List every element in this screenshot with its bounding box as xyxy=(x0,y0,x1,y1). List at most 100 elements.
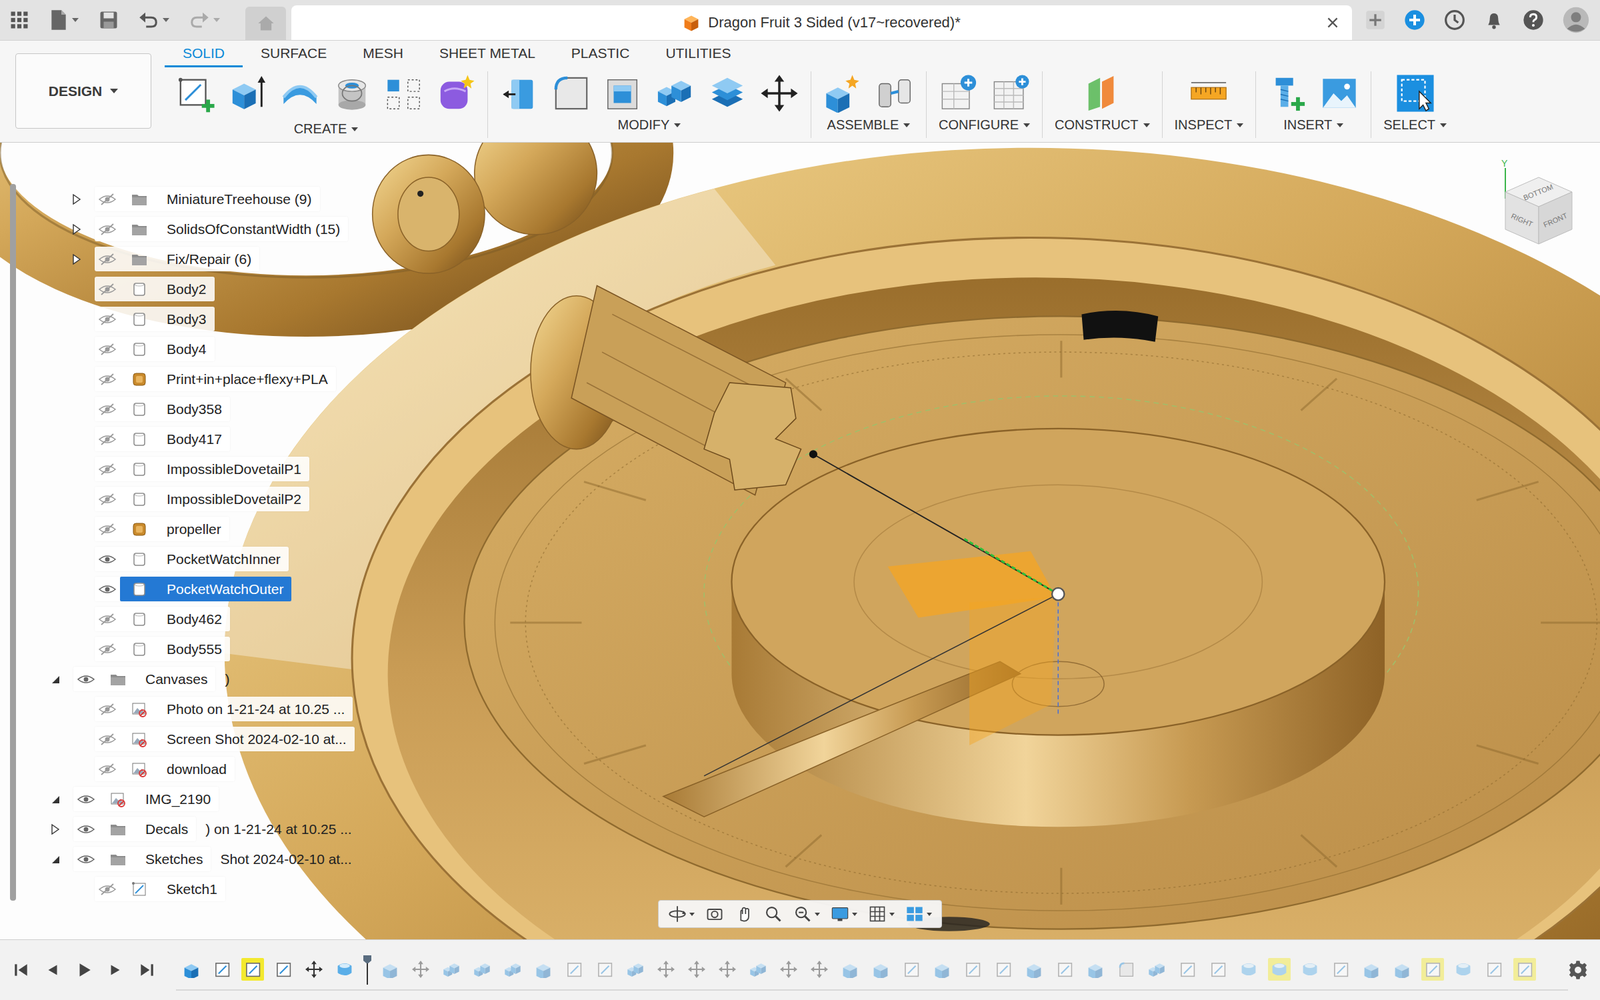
tool-button[interactable] xyxy=(1189,74,1228,113)
timeline-feature[interactable] xyxy=(528,954,559,985)
visibility-toggle[interactable] xyxy=(94,246,120,272)
tool-group-menu[interactable]: CONSTRUCT xyxy=(1054,117,1150,133)
timeline-feature[interactable] xyxy=(804,954,835,985)
tool-group-menu[interactable]: INSERT xyxy=(1283,117,1344,133)
browser-row[interactable]: PocketWatchOuter xyxy=(16,574,355,604)
browser-row[interactable]: Body462 xyxy=(16,604,355,634)
timeline-feature[interactable] xyxy=(1417,954,1448,985)
browser-row[interactable]: IMG_2190 xyxy=(16,784,355,814)
expand-toggle[interactable] xyxy=(67,220,86,239)
notifications-button[interactable] xyxy=(1484,10,1504,30)
visibility-toggle[interactable] xyxy=(94,636,120,662)
browser-item[interactable]: ImpossibleDovetailP1 xyxy=(94,456,310,482)
browser-item[interactable]: PocketWatchInner xyxy=(94,546,289,572)
tool-button[interactable] xyxy=(500,74,539,113)
timeline-feature[interactable] xyxy=(1202,954,1234,985)
browser-item-body[interactable]: Canvases xyxy=(98,666,216,692)
visibility-toggle[interactable] xyxy=(94,216,120,242)
profile-button[interactable] xyxy=(1562,6,1590,34)
timeline-feature[interactable] xyxy=(773,954,804,985)
browser-scrollbar[interactable] xyxy=(10,184,16,901)
nav-tool[interactable] xyxy=(905,904,932,924)
browser-item[interactable]: Body462 xyxy=(94,606,230,632)
tool-button[interactable] xyxy=(604,74,643,113)
expand-toggle[interactable] xyxy=(46,790,65,809)
browser-item[interactable]: Body4 xyxy=(94,336,215,362)
file-button[interactable] xyxy=(49,9,79,31)
browser-item[interactable]: Screen Shot 2024-02-10 at... xyxy=(94,726,355,752)
expand-toggle[interactable] xyxy=(67,190,86,209)
timeline-feature[interactable] xyxy=(1233,954,1264,985)
browser-row[interactable]: ImpossibleDovetailP1 xyxy=(16,454,355,484)
browser-item-body[interactable]: Screen Shot 2024-02-10 at... xyxy=(120,726,355,752)
toolbar-tab[interactable]: UTILITIES xyxy=(647,40,749,68)
playback-button[interactable] xyxy=(6,956,36,984)
new-tab-button[interactable] xyxy=(1365,10,1386,30)
browser-item[interactable]: Sketches xyxy=(73,846,211,872)
browser-item-body[interactable]: Body462 xyxy=(120,606,230,632)
nav-tool[interactable] xyxy=(793,904,820,924)
browser-row[interactable]: MiniatureTreehouse (9) xyxy=(16,184,355,214)
timeline-feature[interactable] xyxy=(1356,954,1387,985)
toolbar-tab[interactable]: SOLID xyxy=(164,40,243,68)
expand-toggle[interactable] xyxy=(46,820,65,839)
browser-item[interactable]: Body3 xyxy=(94,306,215,332)
tool-button[interactable] xyxy=(939,74,978,113)
browser-item-body[interactable]: Body417 xyxy=(120,426,230,452)
tool-button[interactable] xyxy=(656,74,695,113)
playback-button[interactable] xyxy=(69,956,99,984)
timeline-feature[interactable] xyxy=(620,954,651,985)
timeline-feature[interactable] xyxy=(681,954,712,985)
timeline-feature[interactable] xyxy=(1478,954,1510,985)
browser-row[interactable]: Photo on 1-21-24 at 10.25 ... xyxy=(16,694,355,724)
expand-toggle[interactable] xyxy=(46,850,65,869)
nav-tool[interactable] xyxy=(764,904,783,924)
expand-toggle[interactable] xyxy=(46,670,65,689)
playback-button[interactable] xyxy=(38,956,68,984)
visibility-toggle[interactable] xyxy=(94,336,120,362)
browser-item-body[interactable]: Body555 xyxy=(120,636,230,662)
browser-row[interactable]: Sketch1 xyxy=(16,874,355,904)
redo-button[interactable] xyxy=(189,10,220,30)
visibility-toggle[interactable] xyxy=(94,306,120,332)
timeline-marker[interactable] xyxy=(360,954,375,985)
timeline-feature[interactable] xyxy=(329,954,360,985)
browser-item[interactable]: Decals xyxy=(73,816,196,842)
visibility-toggle[interactable] xyxy=(73,816,99,842)
browser-row[interactable]: ImpossibleDovetailP2 xyxy=(16,484,355,514)
browser-item-body[interactable]: download xyxy=(120,756,235,782)
browser-item-body[interactable]: Body358 xyxy=(120,396,230,422)
timeline-feature[interactable] xyxy=(374,954,406,985)
nav-tool[interactable] xyxy=(668,904,695,924)
browser-row[interactable]: Fix/Repair (6) xyxy=(16,244,355,274)
browser-item-body[interactable]: SolidsOfConstantWidth (15) xyxy=(120,216,348,242)
timeline-feature[interactable] xyxy=(466,954,498,985)
browser-row[interactable]: Body555 xyxy=(16,634,355,664)
browser-item[interactable]: ImpossibleDovetailP2 xyxy=(94,486,310,512)
browser-item[interactable]: Body2 xyxy=(94,276,215,302)
browser-item[interactable]: Body417 xyxy=(94,426,230,452)
nav-tool[interactable] xyxy=(705,904,724,924)
browser-row[interactable]: Body4 xyxy=(16,334,355,364)
timeline-feature[interactable] xyxy=(988,954,1019,985)
browser-item-body[interactable]: Sketches xyxy=(98,846,211,872)
nav-tool[interactable] xyxy=(830,904,858,924)
visibility-toggle[interactable] xyxy=(94,186,120,212)
viewport[interactable]: MiniatureTreehouse (9) SolidsOfConstantWi… xyxy=(0,142,1600,940)
close-tab-button[interactable] xyxy=(1325,15,1340,30)
save-button[interactable] xyxy=(98,10,119,30)
toolbar-tab[interactable]: SHEET METAL xyxy=(421,40,554,68)
timeline-feature[interactable] xyxy=(206,954,238,985)
toolbar-tab[interactable]: PLASTIC xyxy=(553,40,648,68)
browser-item[interactable]: Fix/Repair (6) xyxy=(94,246,260,272)
tool-button[interactable] xyxy=(823,74,862,113)
visibility-toggle[interactable] xyxy=(94,696,120,722)
timeline-feature[interactable] xyxy=(1448,954,1479,985)
home-tab[interactable] xyxy=(245,6,286,40)
undo-button[interactable] xyxy=(138,10,170,30)
help-button[interactable] xyxy=(1522,9,1544,31)
browser-item-body[interactable]: MiniatureTreehouse (9) xyxy=(120,186,320,212)
visibility-toggle[interactable] xyxy=(94,396,120,422)
browser-item-body[interactable]: PocketWatchInner xyxy=(120,546,289,572)
timeline-feature[interactable] xyxy=(176,954,207,985)
